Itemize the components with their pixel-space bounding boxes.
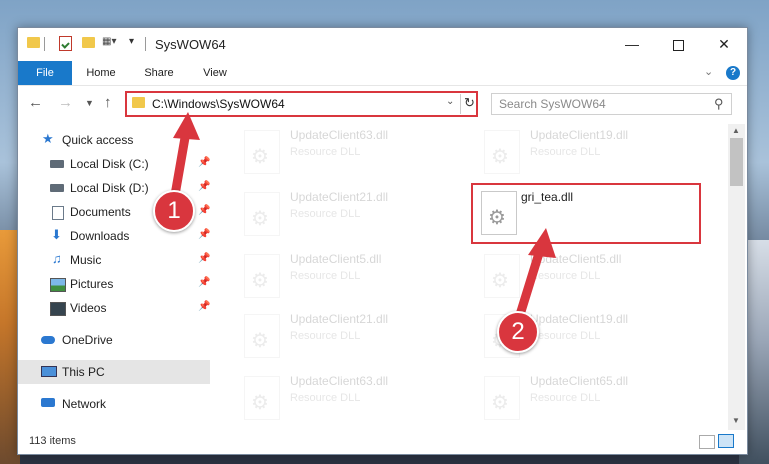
arrow-1-head [173, 112, 200, 140]
arrow-1-shaft [170, 127, 191, 200]
arrow-2-head [528, 228, 556, 258]
arrow-2-shaft [514, 245, 545, 323]
step-1-badge: 1 [153, 190, 195, 232]
step-2-badge: 2 [497, 311, 539, 353]
annotation-arrows [170, 112, 556, 323]
